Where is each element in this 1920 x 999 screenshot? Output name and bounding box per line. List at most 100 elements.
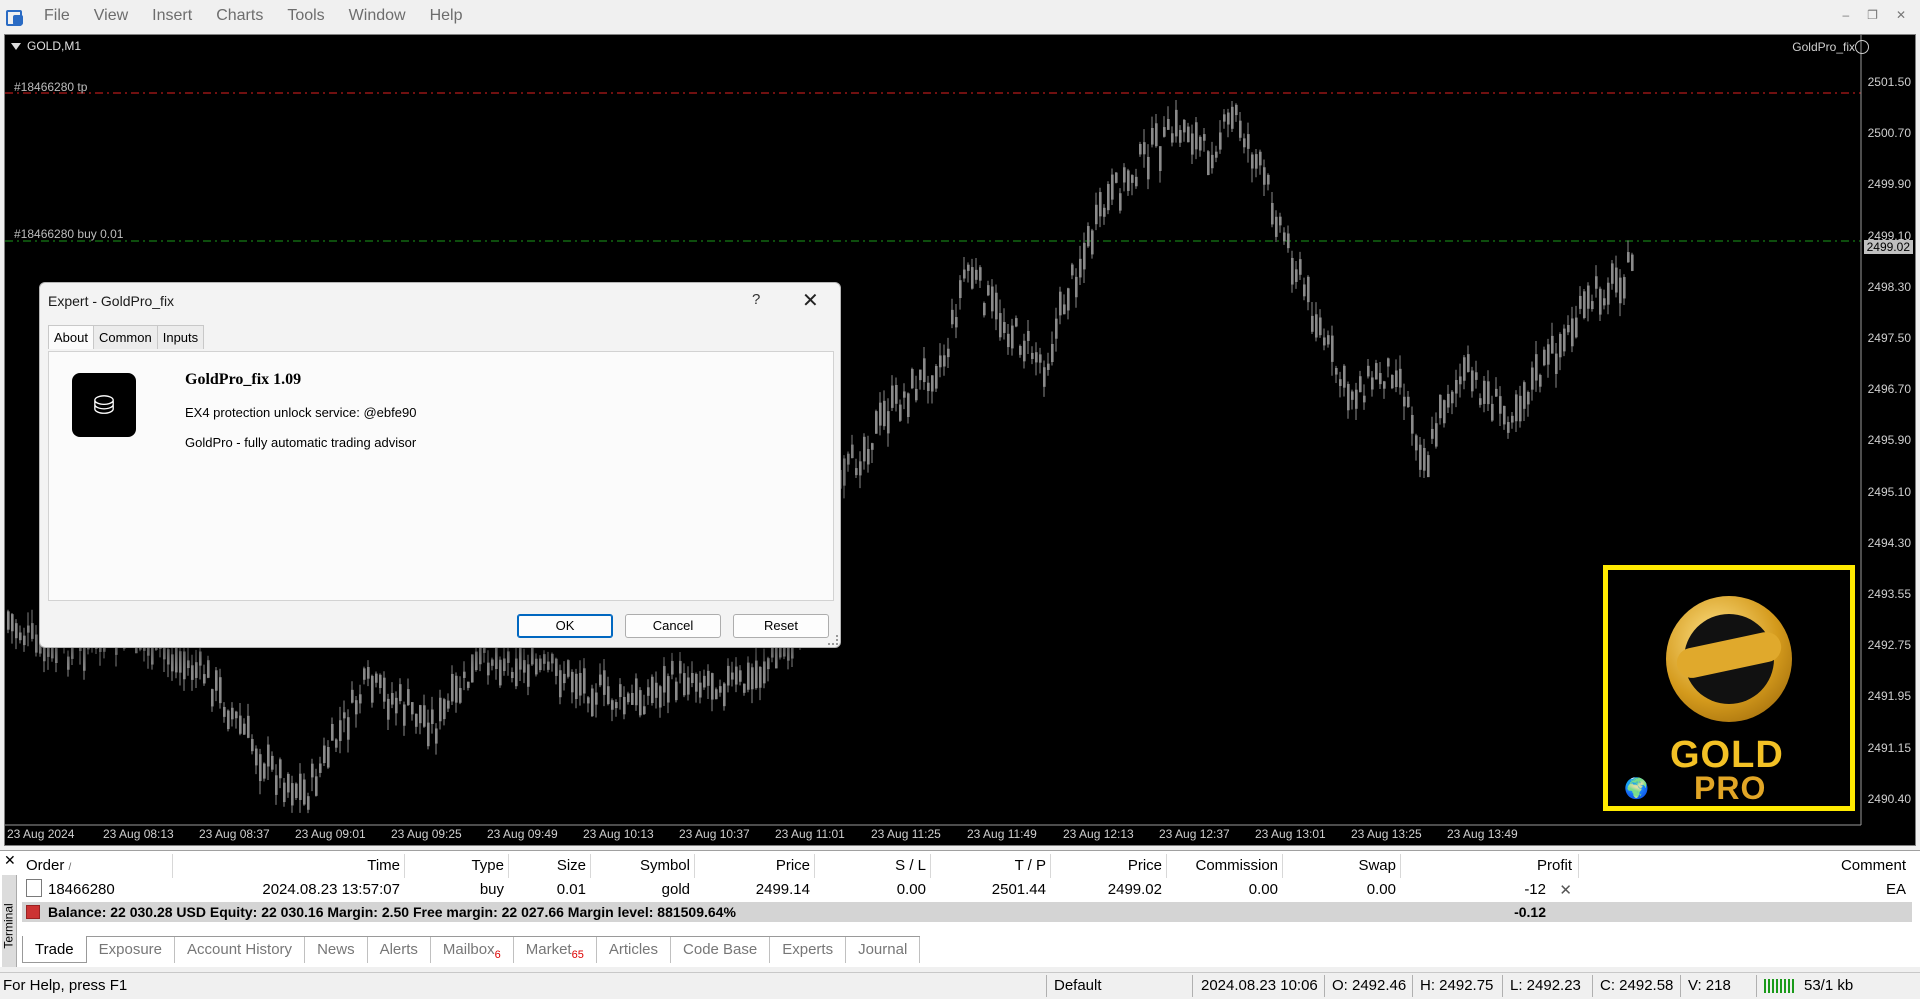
- candle-body: [1607, 282, 1610, 305]
- dialog-close-icon[interactable]: ✕: [802, 288, 819, 313]
- candle-body: [1187, 126, 1190, 143]
- candle-body: [287, 773, 290, 793]
- tab-mailbox[interactable]: Mailbox6: [431, 937, 514, 963]
- candle-body: [907, 393, 910, 417]
- candle-body: [1491, 403, 1494, 421]
- col-current-price[interactable]: Price: [1128, 857, 1162, 874]
- candle-body: [1215, 151, 1218, 158]
- menu-window[interactable]: Window: [337, 7, 418, 25]
- tab-experts[interactable]: Experts: [770, 937, 847, 963]
- status-profile[interactable]: Default: [1054, 977, 1102, 994]
- candle-body: [1503, 405, 1506, 425]
- col-sl[interactable]: S / L: [895, 857, 926, 874]
- col-type[interactable]: Type: [471, 857, 504, 874]
- candle-body: [1559, 334, 1562, 358]
- connection-bars-icon[interactable]: [1764, 979, 1794, 993]
- col-profit[interactable]: Profit: [1537, 857, 1572, 874]
- candle-body: [403, 704, 406, 726]
- close-icon[interactable]: ✕: [1896, 8, 1906, 22]
- menu-help[interactable]: Help: [418, 7, 475, 25]
- tab-trade[interactable]: Trade: [22, 936, 87, 963]
- close-order-icon[interactable]: ✕: [1559, 881, 1572, 899]
- menu-file[interactable]: File: [32, 7, 82, 25]
- candle-body: [735, 666, 738, 685]
- menu-insert[interactable]: Insert: [140, 7, 204, 25]
- restore-icon[interactable]: ❐: [1867, 8, 1878, 22]
- candle-body: [603, 670, 606, 695]
- col-symbol[interactable]: Symbol: [640, 857, 690, 874]
- candle-body: [363, 668, 366, 680]
- candle-body: [391, 693, 394, 705]
- table-row[interactable]: 18466280 2024.08.23 13:57:07 buy 0.01 go…: [22, 878, 1912, 902]
- candle-body: [247, 715, 250, 738]
- candle-body: [1403, 396, 1406, 407]
- col-comment[interactable]: Comment: [1841, 857, 1906, 874]
- status-open: O: 2492.46: [1332, 977, 1407, 994]
- candle-body: [1135, 176, 1138, 187]
- candle-body: [511, 671, 514, 679]
- menu-view[interactable]: View: [82, 7, 140, 25]
- col-swap[interactable]: Swap: [1358, 857, 1396, 874]
- tab-exposure[interactable]: Exposure: [87, 937, 176, 963]
- help-icon[interactable]: ?: [752, 291, 760, 308]
- candle-body: [423, 705, 426, 727]
- candle-body: [1551, 335, 1554, 354]
- candle-body: [575, 673, 578, 699]
- tab-inputs[interactable]: Inputs: [156, 325, 205, 349]
- candle-body: [859, 461, 862, 476]
- col-size[interactable]: Size: [557, 857, 586, 874]
- tab-articles[interactable]: Articles: [597, 937, 672, 963]
- tab-news[interactable]: News: [305, 937, 368, 963]
- row-size: 0.01: [556, 881, 586, 898]
- time-label: 23 Aug 13:49: [1447, 827, 1518, 841]
- menu-tools[interactable]: Tools: [275, 7, 336, 25]
- candle-body: [651, 676, 654, 704]
- candle-body: [1435, 423, 1438, 447]
- candle-body: [1263, 167, 1266, 185]
- reset-button[interactable]: Reset: [733, 614, 829, 638]
- tab-market[interactable]: Market65: [514, 937, 597, 963]
- candle-body: [659, 686, 662, 708]
- candle-body: [543, 654, 546, 664]
- candle-body: [1531, 367, 1534, 390]
- tab-about[interactable]: About: [48, 325, 94, 349]
- candle-body: [1619, 277, 1622, 304]
- cancel-button[interactable]: Cancel: [625, 614, 721, 638]
- candle-body: [1299, 259, 1302, 275]
- menu-charts[interactable]: Charts: [204, 7, 275, 25]
- row-sl[interactable]: 0.00: [897, 881, 926, 898]
- ok-button[interactable]: OK: [517, 614, 613, 638]
- tab-alerts[interactable]: Alerts: [368, 937, 431, 963]
- col-price[interactable]: Price: [776, 857, 810, 874]
- candle-body: [947, 348, 950, 358]
- resize-grip-icon[interactable]: [828, 635, 838, 645]
- terminal-close-icon[interactable]: ✕: [4, 852, 16, 869]
- tab-code-base[interactable]: Code Base: [671, 937, 771, 963]
- candle-body: [211, 689, 214, 707]
- tab-common[interactable]: Common: [92, 325, 158, 349]
- candle-body: [1499, 396, 1502, 414]
- candle-body: [1291, 257, 1294, 285]
- col-commission[interactable]: Commission: [1195, 857, 1278, 874]
- candle-body: [1323, 337, 1326, 346]
- candle-body: [427, 722, 430, 747]
- col-time[interactable]: Time: [367, 857, 400, 874]
- candle-body: [1627, 252, 1630, 263]
- candle-body: [1415, 435, 1418, 451]
- minimize-icon[interactable]: –: [1842, 8, 1849, 22]
- tab-journal[interactable]: Journal: [846, 937, 921, 963]
- candle-body: [587, 697, 590, 704]
- ea-name-label[interactable]: GoldPro_fix: [1792, 40, 1855, 54]
- col-order[interactable]: Order /: [26, 857, 71, 874]
- price-label: 2500.70: [1867, 126, 1911, 141]
- tab-account-history[interactable]: Account History: [175, 937, 306, 963]
- row-tp[interactable]: 2501.44: [992, 881, 1046, 898]
- time-label: 23 Aug 08:13: [103, 827, 174, 841]
- candle-body: [375, 673, 378, 683]
- candle-body: [1107, 184, 1110, 211]
- candle-body: [1239, 120, 1242, 138]
- candle-body: [623, 696, 626, 715]
- candle-body: [447, 700, 450, 709]
- candle-body: [1015, 318, 1018, 327]
- col-tp[interactable]: T / P: [1015, 857, 1046, 874]
